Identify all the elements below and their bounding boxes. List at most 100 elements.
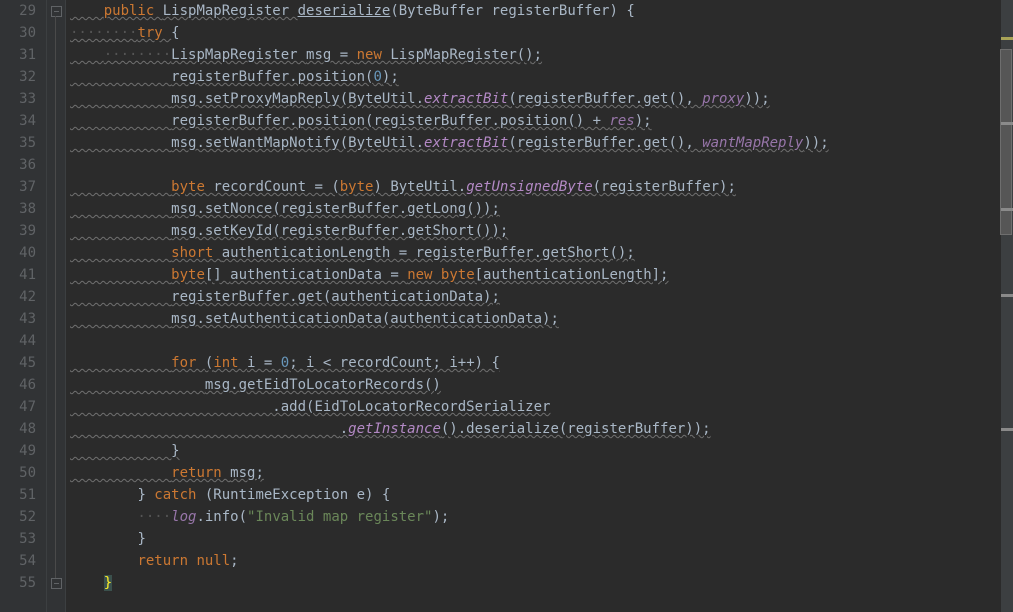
code-token — [70, 465, 171, 481]
code-token: 0 — [373, 69, 381, 85]
code-token — [70, 157, 78, 173]
code-token — [70, 377, 205, 393]
code-token — [70, 245, 171, 261]
code-line[interactable]: return msg; — [70, 462, 1013, 484]
code-line[interactable]: } catch (RuntimeException e) { — [70, 484, 1013, 506]
code-token: null — [196, 553, 230, 569]
line-number: 33 — [6, 88, 36, 110]
code-token: ; — [230, 553, 238, 569]
fold-toggle-icon[interactable] — [51, 6, 62, 17]
code-token: "Invalid map register" — [247, 509, 432, 525]
line-number: 53 — [6, 528, 36, 550]
code-area[interactable]: public LispMapRegister deserialize(ByteB… — [66, 0, 1013, 612]
code-line[interactable]: } — [70, 528, 1013, 550]
code-line[interactable] — [70, 154, 1013, 176]
code-token: } — [104, 575, 112, 591]
code-token: { — [171, 25, 179, 41]
code-token: public — [104, 3, 163, 19]
code-line[interactable]: short authenticationLength = registerBuf… — [70, 242, 1013, 264]
code-line[interactable]: for (int i = 0; i < recordCount; i++) { — [70, 352, 1013, 374]
code-token: authenticationData = — [230, 267, 407, 283]
code-token: ; i < recordCount; i++) { — [289, 355, 500, 371]
code-token — [70, 575, 104, 591]
code-token: .info( — [196, 509, 247, 525]
code-line[interactable]: registerBuffer.position(registerBuffer.p… — [70, 110, 1013, 132]
code-line[interactable]: msg.setKeyId(registerBuffer.getShort()); — [70, 220, 1013, 242]
code-line[interactable] — [70, 330, 1013, 352]
code-line[interactable]: public LispMapRegister deserialize(ByteB… — [70, 0, 1013, 22]
code-token — [70, 223, 171, 239]
code-token: (registerBuffer); — [593, 179, 736, 195]
scroll-thumb[interactable] — [1000, 49, 1012, 235]
code-token — [70, 443, 171, 459]
code-token: registerBuffer — [491, 3, 609, 19]
code-editor[interactable]: 2930313233343536373839404142434445464748… — [0, 0, 1013, 612]
line-number: 55 — [6, 572, 36, 594]
line-number: 36 — [6, 154, 36, 176]
fold-toggle-icon[interactable] — [51, 578, 62, 589]
line-number: 43 — [6, 308, 36, 330]
line-number: 34 — [6, 110, 36, 132]
code-token: new — [407, 267, 441, 283]
code-line[interactable]: ········try { — [70, 22, 1013, 44]
code-line[interactable]: msg.setNonce(registerBuffer.getLong()); — [70, 198, 1013, 220]
code-line[interactable]: msg.setAuthenticationData(authentication… — [70, 308, 1013, 330]
code-token: ( — [390, 3, 398, 19]
error-stripe-marker[interactable] — [1001, 428, 1013, 431]
code-token: } — [171, 443, 179, 459]
code-token: (); — [517, 47, 542, 63]
code-token: (registerBuffer.get(), — [508, 91, 702, 107]
code-line[interactable]: } — [70, 572, 1013, 594]
code-line[interactable]: registerBuffer.position(0); — [70, 66, 1013, 88]
code-line[interactable]: ····log.info("Invalid map register"); — [70, 506, 1013, 528]
line-number-gutter[interactable]: 2930313233343536373839404142434445464748… — [0, 0, 47, 612]
code-token: } — [137, 531, 145, 547]
code-token: msg.setNonce(registerBuffer.getLong()); — [171, 201, 500, 217]
line-number: 50 — [6, 462, 36, 484]
code-token: catch — [154, 487, 205, 503]
code-token: = — [340, 47, 357, 63]
line-number: 32 — [6, 66, 36, 88]
code-token: return — [137, 553, 196, 569]
code-token: msg.setKeyId(registerBuffer.getShort()); — [171, 223, 508, 239]
error-stripe-marker[interactable] — [1001, 122, 1013, 125]
line-number: 44 — [6, 330, 36, 352]
editor-scrollbar[interactable] — [1001, 0, 1013, 612]
code-token: 0 — [281, 355, 289, 371]
code-token: ········ — [70, 25, 137, 41]
code-line[interactable]: msg.setWantMapNotify(ByteUtil.extractBit… — [70, 132, 1013, 154]
code-token — [70, 399, 272, 415]
code-line[interactable]: ········LispMapRegister msg = new LispMa… — [70, 44, 1013, 66]
code-token: (registerBuffer.get(), — [508, 135, 702, 151]
code-line[interactable]: registerBuffer.get(authenticationData); — [70, 286, 1013, 308]
code-line[interactable]: byte[] authenticationData = new byte[aut… — [70, 264, 1013, 286]
code-line[interactable]: } — [70, 440, 1013, 462]
code-token: ByteBuffer — [399, 3, 492, 19]
fold-column[interactable] — [47, 0, 66, 612]
code-token: LispMapRegister — [163, 3, 298, 19]
code-line[interactable]: return null; — [70, 550, 1013, 572]
code-line[interactable]: msg.setProxyMapReply(ByteUtil.extractBit… — [70, 88, 1013, 110]
code-token: i = — [247, 355, 281, 371]
code-token: ().deserialize(registerBuffer)); — [441, 421, 711, 437]
code-token: try — [137, 25, 171, 41]
line-number: 47 — [6, 396, 36, 418]
code-token — [70, 69, 171, 85]
code-token: registerBuffer.position(registerBuffer.p… — [171, 113, 609, 129]
code-token — [70, 113, 171, 129]
line-number: 54 — [6, 550, 36, 572]
code-line[interactable]: msg.getEidToLocatorRecords() — [70, 374, 1013, 396]
code-token: .add(EidToLocatorRecordSerializer — [272, 399, 550, 415]
line-number: 42 — [6, 286, 36, 308]
error-stripe-marker[interactable] — [1001, 37, 1013, 40]
code-token: extractBit — [424, 91, 508, 107]
error-stripe-marker[interactable] — [1001, 208, 1013, 211]
line-number: 38 — [6, 198, 36, 220]
code-line[interactable]: byte recordCount = (byte) ByteUtil.getUn… — [70, 176, 1013, 198]
code-token: msg.getEidToLocatorRecords() — [205, 377, 441, 393]
code-line[interactable]: .getInstance().deserialize(registerBuffe… — [70, 418, 1013, 440]
line-number: 39 — [6, 220, 36, 242]
code-token — [70, 531, 137, 547]
error-stripe-marker[interactable] — [1001, 294, 1013, 297]
code-line[interactable]: .add(EidToLocatorRecordSerializer — [70, 396, 1013, 418]
